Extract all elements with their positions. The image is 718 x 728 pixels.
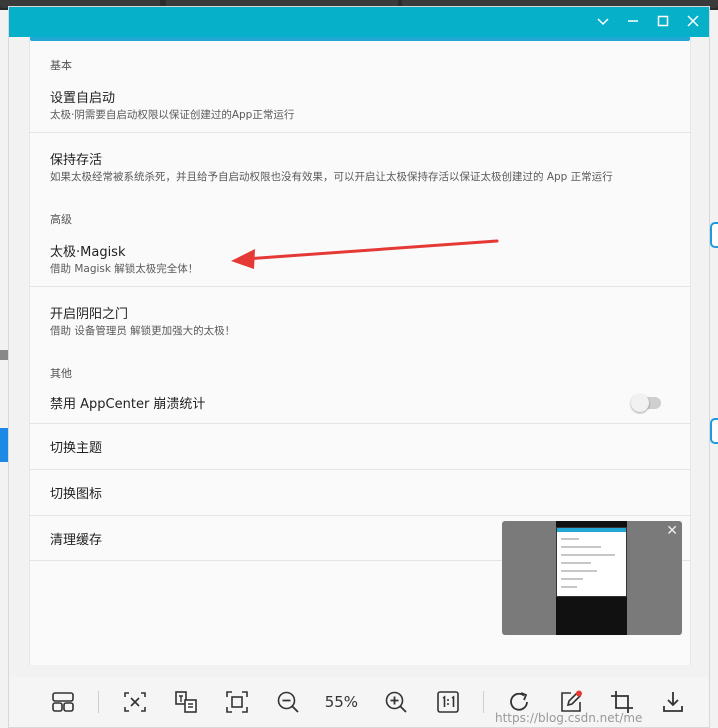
background-gray-bar xyxy=(0,350,8,360)
navigator-line xyxy=(561,586,577,588)
close-icon[interactable] xyxy=(685,13,701,29)
toggle-knob xyxy=(631,394,649,412)
image-viewer-window: 基本 设置自启动 太极·阴需要自启动权限以保证创建过的App正常运行 保持存活 … xyxy=(8,6,710,728)
zoom-level: 55% xyxy=(324,693,359,711)
divider xyxy=(30,515,690,516)
navigator-line xyxy=(561,538,579,540)
divider xyxy=(30,286,690,287)
zoom-out-icon[interactable] xyxy=(273,684,304,720)
setting-title: 切换主题 xyxy=(50,441,103,456)
setting-title: 清理缓存 xyxy=(50,533,103,548)
fit-screen-icon[interactable] xyxy=(222,684,253,720)
divider xyxy=(30,132,690,133)
viewer-toolbar: 55% https://blog.csdn.net/me xyxy=(9,677,709,727)
zoom-in-icon[interactable] xyxy=(381,684,412,720)
app-bar-edge xyxy=(30,37,690,41)
thumbnails-icon[interactable] xyxy=(47,684,78,720)
chevron-down-icon[interactable] xyxy=(595,13,611,29)
setting-title: 切换图标 xyxy=(50,487,103,502)
navigator-line xyxy=(561,562,591,564)
navigator-line xyxy=(561,546,601,548)
download-icon[interactable] xyxy=(658,684,689,720)
navigator-line xyxy=(561,578,583,580)
window-controls xyxy=(595,13,701,29)
ocr-icon[interactable] xyxy=(170,684,201,720)
navigator-topbar xyxy=(557,528,626,532)
setting-autostart[interactable]: 设置自启动 太极·阴需要自启动权限以保证创建过的App正常运行 xyxy=(30,81,690,131)
divider xyxy=(30,423,690,424)
navigator-viewport[interactable] xyxy=(556,527,627,597)
setting-title: 开启阴阳之门 xyxy=(50,307,129,322)
background-blue-edge xyxy=(710,222,718,248)
setting-switch-theme[interactable]: 切换主题 xyxy=(30,425,690,469)
toggle-switch[interactable] xyxy=(631,394,661,412)
section-header-basic: 基本 xyxy=(50,59,72,72)
title-bar xyxy=(9,7,709,37)
setting-subtitle: 借助 设备管理员 解锁更加强大的太极！ xyxy=(50,325,236,337)
navigator-line xyxy=(561,554,615,556)
actual-size-icon[interactable] xyxy=(432,684,463,720)
divider xyxy=(30,469,690,470)
setting-subtitle: 太极·阴需要自启动权限以保证创建过的App正常运行 xyxy=(50,109,295,121)
navigator-line xyxy=(561,570,597,572)
section-header-advanced: 高级 xyxy=(50,213,72,226)
maximize-icon[interactable] xyxy=(655,13,671,29)
translate-icon[interactable] xyxy=(119,684,150,720)
navigator-thumbnail[interactable]: ✕ xyxy=(502,521,682,635)
setting-title: 设置自启动 xyxy=(50,91,116,106)
setting-yinyang-gate[interactable]: 开启阴阳之门 借助 设备管理员 解锁更加强大的太极！ xyxy=(30,297,690,347)
setting-title: 禁用 AppCenter 崩溃统计 xyxy=(50,397,206,412)
section-header-other: 其他 xyxy=(50,367,72,380)
setting-switch-icon[interactable]: 切换图标 xyxy=(30,471,690,515)
setting-subtitle: 借助 Magisk 解锁太极完全体！ xyxy=(50,263,199,275)
background-blue-bar xyxy=(0,428,8,462)
minimize-icon[interactable] xyxy=(625,13,641,29)
close-icon[interactable]: ✕ xyxy=(666,523,678,539)
setting-title: 保持存活 xyxy=(50,153,103,168)
setting-magisk[interactable]: 太极·Magisk 借助 Magisk 解锁太极完全体！ xyxy=(30,235,690,285)
watermark-text: https://blog.csdn.net/me xyxy=(495,711,643,725)
setting-keep-alive[interactable]: 保持存活 如果太极经常被系统杀死，并且给予自启动权限也没有效果，可以开启让太极保… xyxy=(30,143,690,193)
toolbar-separator xyxy=(98,691,100,713)
setting-title: 太极·Magisk xyxy=(50,245,126,260)
setting-disable-appcenter[interactable]: 禁用 AppCenter 崩溃统计 xyxy=(30,387,690,427)
setting-subtitle: 如果太极经常被系统杀死，并且给予自启动权限也没有效果，可以开启让太极保持存活以保… xyxy=(50,171,613,183)
image-canvas[interactable]: 基本 设置自启动 太极·阴需要自启动权限以保证创建过的App正常运行 保持存活 … xyxy=(9,37,709,677)
toolbar-separator xyxy=(483,691,485,713)
background-blue-edge xyxy=(710,418,718,444)
